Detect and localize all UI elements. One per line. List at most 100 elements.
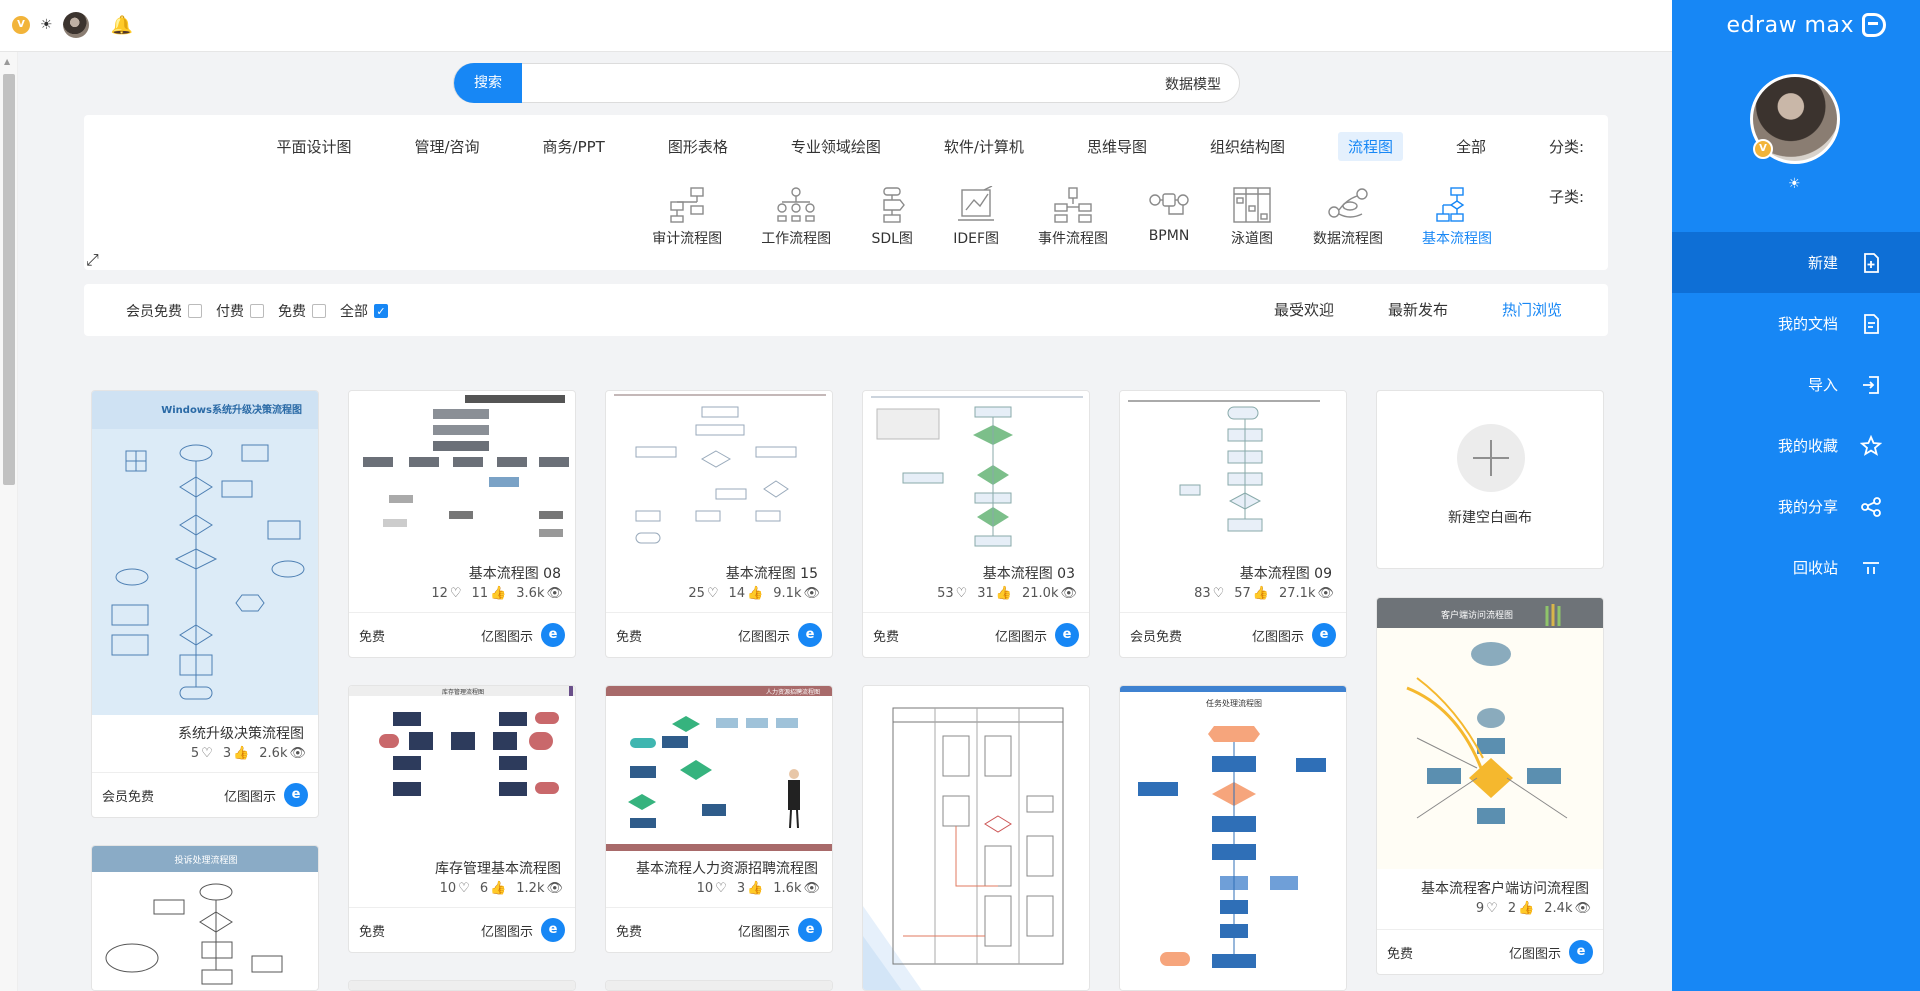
theme-toggle-icon[interactable]: ☀ <box>40 17 53 33</box>
views-stat: 👁 9.1k <box>773 586 820 601</box>
heart-icon: ♡ <box>201 746 213 761</box>
template-card[interactable] <box>605 980 833 991</box>
template-card[interactable]: 基本流程图 03 👁 21.0k 👍 31 ♡ 53 e 亿图图示 免费 <box>862 390 1090 658</box>
trash-icon <box>1860 557 1882 579</box>
checkbox-checked[interactable]: ✓ <box>374 304 388 318</box>
template-card[interactable]: 基本流程图 15 👁 9.1k 👍 14 ♡ 25 e 亿图图示 免费 <box>605 390 833 658</box>
checkbox[interactable] <box>188 304 202 318</box>
subcategory-name: 基本流程图 <box>1422 231 1492 247</box>
sun-icon[interactable]: ☀ <box>1788 176 1801 192</box>
template-card[interactable]: Windows系统升级决策流程图 系统升级决策流程图 👁 2.6k 👍 3 ♡ 5 e… <box>91 390 319 818</box>
notification-bell-icon[interactable]: 🔔 <box>111 15 133 36</box>
likes-stat: 👍 11 <box>472 586 507 601</box>
subcategory-audit-flowchart[interactable]: 审计流程图 <box>652 186 722 248</box>
category-software[interactable]: 软件/计算机 <box>934 132 1034 161</box>
sort-tab-popular[interactable]: 热门浏览 <box>1502 299 1562 320</box>
template-card[interactable] <box>348 980 576 991</box>
template-title[interactable]: 基本流程图 09 <box>1240 563 1332 583</box>
sort-tab-favorite[interactable]: 最受欢迎 <box>1274 299 1334 320</box>
search-input[interactable] <box>721 73 1221 95</box>
category-all[interactable]: 全部 <box>1446 132 1496 161</box>
card-footer: e 亿图图示 免费 <box>863 613 1089 657</box>
subcategory-data-flowchart[interactable]: 数据流程图 <box>1313 186 1383 248</box>
template-card[interactable]: 库存管理流程图 库存管理基本流程图 👁 1.2k 👍 6 ♡ 10 e 亿图图示 免费 <box>348 685 576 953</box>
sidebar-item-label: 我的文档 <box>1777 315 1838 333</box>
subcategory-idef[interactable]: IDEF图 <box>953 185 999 248</box>
likes-stat: 👍 6 <box>480 881 506 896</box>
category-professional[interactable]: 专业领域绘图 <box>781 132 891 161</box>
price-filter-member[interactable]: 会员免费 <box>126 301 202 321</box>
subcategory-event-flowchart[interactable]: 事件流程图 <box>1038 186 1108 248</box>
author-logo-icon: e <box>798 918 822 942</box>
category-mind-map[interactable]: 思维导图 <box>1077 132 1157 161</box>
user-avatar-small[interactable] <box>62 12 89 38</box>
author-name: 亿图图示 <box>480 925 533 940</box>
favs-stat: ♡ 9 <box>1476 901 1498 916</box>
template-card[interactable] <box>862 685 1090 991</box>
views-count: 2.6k <box>259 746 288 761</box>
vertical-scrollbar[interactable]: ▲ <box>0 52 18 991</box>
search-button[interactable]: 搜索 <box>454 63 522 103</box>
sidebar-item-trash[interactable]: 回收站 <box>1672 537 1920 598</box>
views-count: 27.1k <box>1279 586 1316 601</box>
template-thumbnail: 任务处理流程图 <box>1120 686 1346 990</box>
expand-icon[interactable]: ⤢ <box>86 250 99 270</box>
category-graphic-design[interactable]: 平面设计图 <box>266 132 361 161</box>
new-canvas-label: 新建空白画布 <box>1448 510 1532 526</box>
sidebar-item-shares[interactable]: 我的分享 <box>1672 476 1920 537</box>
checkbox[interactable] <box>250 304 264 318</box>
swimlane-icon <box>1230 186 1274 224</box>
template-card[interactable]: 基本流程图 09 👁 27.1k 👍 57 ♡ 83 e 亿图图示 会员免费 <box>1119 390 1347 658</box>
sidebar-item-my-documents[interactable]: 我的文档 <box>1672 293 1920 354</box>
category-management[interactable]: 管理/咨询 <box>404 132 489 161</box>
vip-crown-icon[interactable]: V <box>12 16 30 34</box>
template-card[interactable]: 客户端访问流程图 基本流程客户端访问流程图 👁 2.4k 👍 2 ♡ 9 e 亿图图示… <box>1376 597 1604 975</box>
template-card[interactable]: 任务处理流程图 <box>1119 685 1347 991</box>
views-count: 1.2k <box>516 881 545 896</box>
template-title[interactable]: 基本流程人力资源招聘流程图 <box>636 858 818 878</box>
new-blank-canvas-card[interactable]: 新建空白画布 <box>1376 390 1604 569</box>
template-card[interactable]: 人力资源招聘流程图 基本流程人力资源招聘流程图 👁 1.6k 👍 3 ♡ 10 e 亿… <box>605 685 833 953</box>
thumb-title-text: Windows系统升级决策流程图 <box>161 403 302 416</box>
price-label: 会员免费 <box>1130 630 1183 645</box>
scroll-thumb[interactable] <box>3 74 15 485</box>
category-org-chart[interactable]: 组织结构图 <box>1200 132 1295 161</box>
favs-count: 5 <box>190 746 200 761</box>
views-stat: 👁 1.2k <box>516 881 563 896</box>
sort-tab-newest[interactable]: 最新发布 <box>1388 299 1448 320</box>
price-filter-all[interactable]: ✓ 全部 <box>340 301 388 321</box>
template-card[interactable]: 基本流程图 08 👁 3.6k 👍 11 ♡ 12 e 亿图图示 免费 <box>348 390 576 658</box>
subcategory-basic-flowchart[interactable]: 基本流程图 <box>1422 186 1492 248</box>
subcategory-workflow[interactable]: 工作流程图 <box>761 186 831 248</box>
template-title[interactable]: 系统升级决策流程图 <box>178 723 304 743</box>
heart-icon: ♡ <box>955 586 968 601</box>
template-title[interactable]: 基本流程图 08 <box>469 563 561 583</box>
template-title[interactable]: 基本流程图 15 <box>726 563 818 583</box>
template-title[interactable]: 基本流程客户端访问流程图 <box>1421 878 1589 898</box>
template-title[interactable]: 库存管理基本流程图 <box>435 858 561 878</box>
subcategory-bpmn[interactable]: BPMN <box>1147 186 1191 248</box>
likes-count: 57 <box>1234 586 1251 601</box>
favs-count: 25 <box>688 586 705 601</box>
category-graphic-table[interactable]: 图形表格 <box>658 132 738 161</box>
brand[interactable]: edraw max <box>1727 10 1886 40</box>
subcategory-swimlane[interactable]: 泳道图 <box>1230 186 1274 248</box>
checkbox[interactable] <box>312 304 326 318</box>
template-title[interactable]: 基本流程图 03 <box>983 563 1075 583</box>
subcategory-name: 事件流程图 <box>1038 231 1108 247</box>
template-thumbnail: 投诉处理流程图 <box>92 846 318 990</box>
sidebar-item-new[interactable]: 新建 <box>1672 232 1920 293</box>
heart-icon: ♡ <box>1212 586 1225 601</box>
author-logo-icon: e <box>1569 940 1593 964</box>
price-filter-paid[interactable]: 付费 <box>216 301 264 321</box>
user-avatar[interactable]: V <box>1750 74 1840 164</box>
price-filter-label: 会员免费 <box>126 304 182 320</box>
sidebar-item-import[interactable]: 导入 <box>1672 354 1920 415</box>
template-card[interactable]: 投诉处理流程图 <box>91 845 319 991</box>
price-filter-free[interactable]: 免费 <box>278 301 326 321</box>
category-business-ppt[interactable]: 商务/PPT <box>533 132 615 161</box>
subcategory-sdl[interactable]: SDL图 <box>870 186 914 248</box>
scroll-up-arrow-icon[interactable]: ▲ <box>4 57 10 66</box>
category-flowchart[interactable]: 流程图 <box>1337 132 1403 161</box>
sidebar-item-favorites[interactable]: 我的收藏 <box>1672 415 1920 476</box>
